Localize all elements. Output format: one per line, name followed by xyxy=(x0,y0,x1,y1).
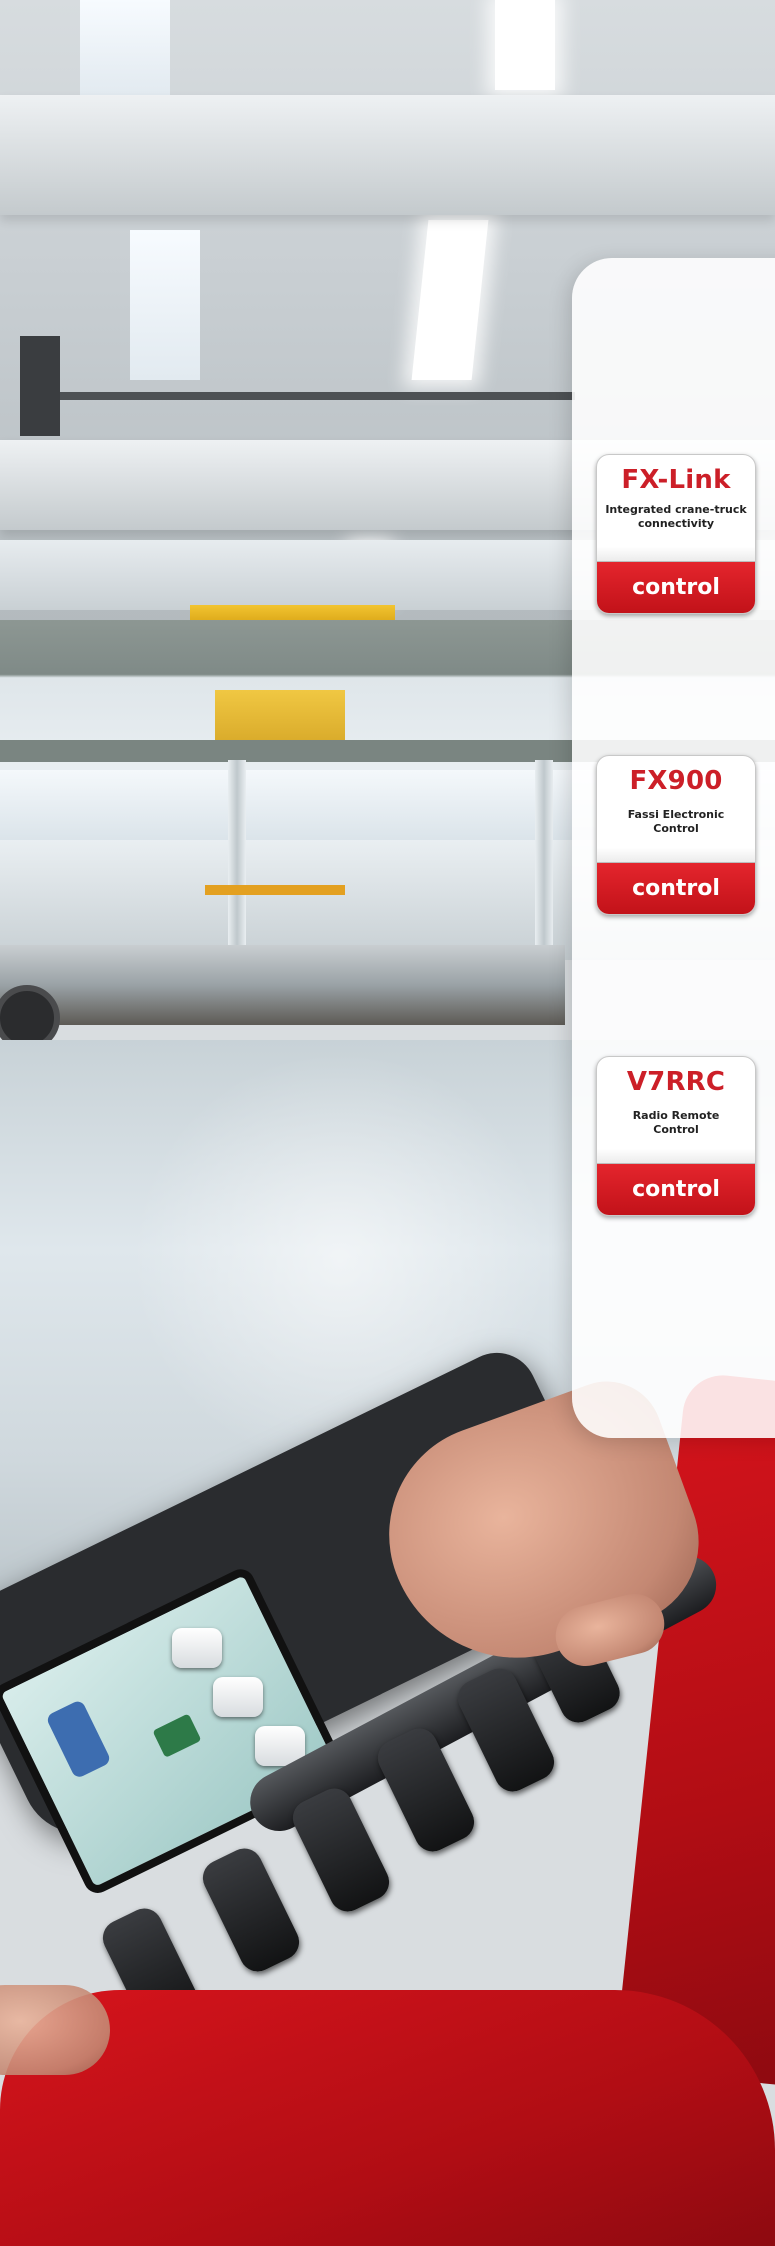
badge-subtitle: Fassi Electronic Control xyxy=(627,808,725,835)
pillar xyxy=(535,760,553,960)
fx-link-badge[interactable]: FX-Link Integrated crane-truck connectiv… xyxy=(596,454,756,614)
badge-subtitle: Integrated crane-truck connectivity xyxy=(605,503,747,530)
skylight xyxy=(130,230,200,380)
controller-key xyxy=(213,1677,263,1717)
ceiling-lamp xyxy=(495,0,555,90)
badge-subtitle: Radio Remote Control xyxy=(632,1109,720,1136)
trailer xyxy=(0,945,565,1025)
badge-footer: control xyxy=(597,562,755,613)
control-lever xyxy=(286,1782,396,1918)
rail xyxy=(60,392,575,400)
pillar xyxy=(228,760,246,960)
lifting-beam xyxy=(205,885,345,895)
control-lever xyxy=(371,1722,481,1858)
hero-scene: FX-Link Integrated crane-truck connectiv… xyxy=(0,0,775,2246)
operator-sleeve xyxy=(0,1990,775,2246)
badge-footer: control xyxy=(597,863,755,914)
display-truck-icon xyxy=(45,1698,112,1780)
v7rrc-badge[interactable]: V7RRC Radio Remote Control control xyxy=(596,1056,756,1216)
badge-title: FX-Link xyxy=(621,465,731,495)
skylight xyxy=(80,0,170,95)
controller-key xyxy=(172,1628,222,1668)
overhead-crane xyxy=(215,690,345,740)
ceiling-beam xyxy=(0,95,775,215)
control-lever xyxy=(196,1842,306,1978)
badge-title: V7RRC xyxy=(626,1067,726,1097)
display-status-icon xyxy=(152,1713,202,1758)
fx900-badge[interactable]: FX900 Fassi Electronic Control control xyxy=(596,755,756,915)
badge-title: FX900 xyxy=(629,766,723,796)
operator-left-hand xyxy=(0,1985,110,2075)
badge-footer: control xyxy=(597,1164,755,1215)
wall-heater xyxy=(20,336,60,436)
